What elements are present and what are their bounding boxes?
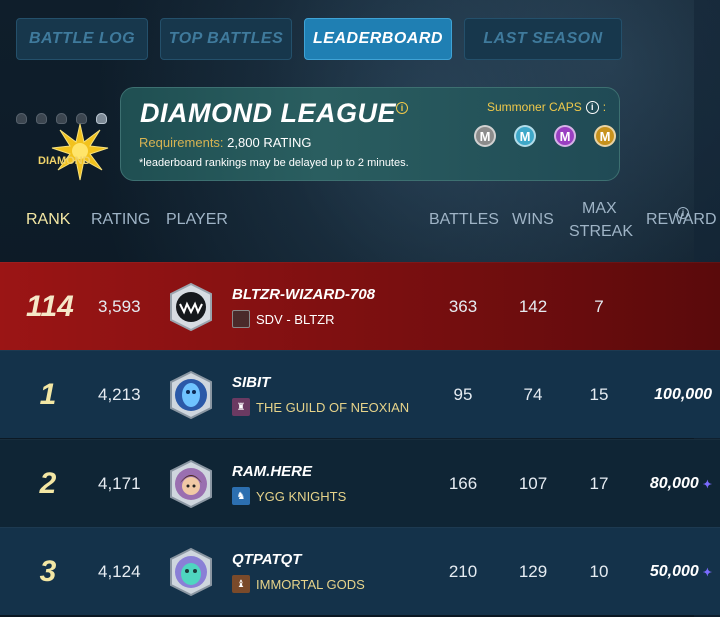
league-bronze-icon[interactable]	[16, 113, 27, 124]
requirements-value: 2,800 RATING	[227, 135, 312, 150]
row-guild[interactable]: SDV - BLTZR	[232, 310, 335, 328]
row-guild-name: IMMORTAL GODS	[256, 576, 365, 592]
row-streak: 17	[589, 474, 609, 493]
tab-battle-log[interactable]: BATTLE LOG	[16, 18, 148, 60]
column-battles: BATTLES	[429, 211, 499, 228]
column-rank: RANK	[26, 211, 71, 228]
row-reward: 50,000 ✦	[630, 528, 720, 616]
row-rank: 1	[39, 378, 57, 411]
info-icon[interactable]: i	[396, 102, 408, 114]
creature-avatar[interactable]	[166, 547, 216, 597]
row-streak: 15	[589, 385, 609, 404]
column-wins: WINS	[512, 211, 554, 228]
league-title: DIAMOND LEAGUE	[140, 98, 396, 128]
row-rank: 2	[39, 467, 57, 500]
delay-note: *leaderboard rankings may be delayed up …	[139, 157, 409, 169]
row-player-name[interactable]: QTPATQT	[232, 551, 301, 568]
star-burst-icon	[51, 123, 109, 181]
row-guild[interactable]: ♝ IMMORTAL GODS	[232, 575, 365, 593]
cap-epic-icon: M	[554, 125, 576, 147]
table-row[interactable]: 3 4,124 QTPATQT ♝ IMMORTAL GODS 210 129 …	[0, 527, 720, 615]
tab-bar: BATTLE LOG TOP BATTLES LEADERBOARD LAST …	[16, 18, 622, 60]
row-battles: 363	[448, 297, 478, 316]
row-wins: 107	[518, 474, 548, 493]
row-streak: 10	[589, 562, 609, 581]
row-guild[interactable]: ♜ THE GUILD OF NEOXIAN	[232, 398, 409, 416]
girl-avatar[interactable]	[166, 459, 216, 509]
cap-legendary-icon: M	[594, 125, 616, 147]
cap-common-icon: M	[474, 125, 496, 147]
row-rating: 4,171	[98, 474, 141, 493]
monster-avatar[interactable]	[166, 282, 216, 332]
row-rating: 4,213	[98, 385, 141, 404]
column-max-streak-line1: MAX	[582, 200, 617, 217]
guild-crest-icon: ♞	[232, 487, 250, 505]
column-max-streak-line2: STREAK	[569, 223, 634, 240]
row-rating: 4,124	[98, 562, 141, 581]
requirements: Requirements: 2,800 RATING	[139, 135, 311, 150]
row-reward-value: 50,000	[649, 563, 699, 580]
summoner-caps-label: Summoner CAPS i :	[487, 100, 606, 114]
tab-last-season[interactable]: LAST SEASON	[464, 18, 622, 60]
guild-crest-icon: ♝	[232, 575, 250, 593]
dec-icon: ✦	[702, 566, 712, 579]
row-guild[interactable]: ♞ YGG KNIGHTS	[232, 487, 346, 505]
row-reward-value: 100,000	[654, 386, 712, 403]
row-player-name[interactable]: RAM.HERE	[232, 463, 312, 480]
row-rank: 114	[26, 290, 74, 323]
column-rating: RATING	[91, 211, 151, 228]
league-panel: DIAMOND LEAGUE i Requirements: 2,800 RAT…	[120, 87, 620, 181]
row-rank: 3	[39, 555, 57, 588]
row-reward: 80,000 ✦	[630, 440, 720, 528]
guild-crest-icon: ♜	[232, 398, 250, 416]
tab-leaderboard[interactable]: LEADERBOARD	[304, 18, 452, 60]
reward-info-icon[interactable]: i	[677, 207, 689, 219]
row-reward-value: 80,000	[649, 475, 699, 492]
row-streak: 7	[594, 297, 604, 316]
row-wins: 129	[518, 562, 548, 581]
table-row[interactable]: 2 4,171 RAM.HERE ♞ YGG KNIGHTS 166 107 1…	[0, 439, 720, 527]
row-reward: 100,000	[630, 351, 720, 439]
caps-label-suffix: :	[602, 100, 607, 114]
table-row[interactable]: 1 4,213 SIBIT ♜ THE GUILD OF NEOXIAN 95 …	[0, 350, 720, 438]
column-player: PLAYER	[166, 211, 228, 228]
summoner-caps: M M M M	[474, 125, 616, 147]
row-player-name[interactable]: SIBIT	[232, 374, 270, 391]
row-wins: 74	[523, 385, 543, 404]
row-guild-name: THE GUILD OF NEOXIAN	[256, 399, 410, 415]
caps-info-icon[interactable]: i	[585, 100, 599, 114]
badge-label: DIAMOND	[38, 155, 91, 167]
row-guild-name: SDV - BLTZR	[256, 311, 335, 327]
ghost-avatar[interactable]	[166, 370, 216, 420]
row-guild-name: YGG KNIGHTS	[256, 488, 347, 504]
diamond-league-badge: DIAMOND	[32, 122, 122, 184]
row-player-name[interactable]: BLTZR-WIZARD-708	[232, 286, 375, 303]
table-row-current-user[interactable]: 114 3,593 BLTZR-WIZARD-708 SDV - BLTZR 3…	[0, 262, 720, 350]
dec-icon: ✦	[702, 478, 712, 491]
row-battles: 166	[448, 474, 478, 493]
guild-crest-icon	[232, 310, 250, 328]
requirements-label: Requirements:	[139, 135, 224, 150]
tab-top-battles[interactable]: TOP BATTLES	[160, 18, 292, 60]
cap-rare-icon: M	[514, 125, 536, 147]
caps-label-text: Summoner CAPS	[487, 100, 582, 114]
row-battles: 210	[448, 562, 478, 581]
row-battles: 95	[453, 385, 473, 404]
row-rating: 3,593	[98, 297, 141, 316]
row-wins: 142	[518, 297, 548, 316]
